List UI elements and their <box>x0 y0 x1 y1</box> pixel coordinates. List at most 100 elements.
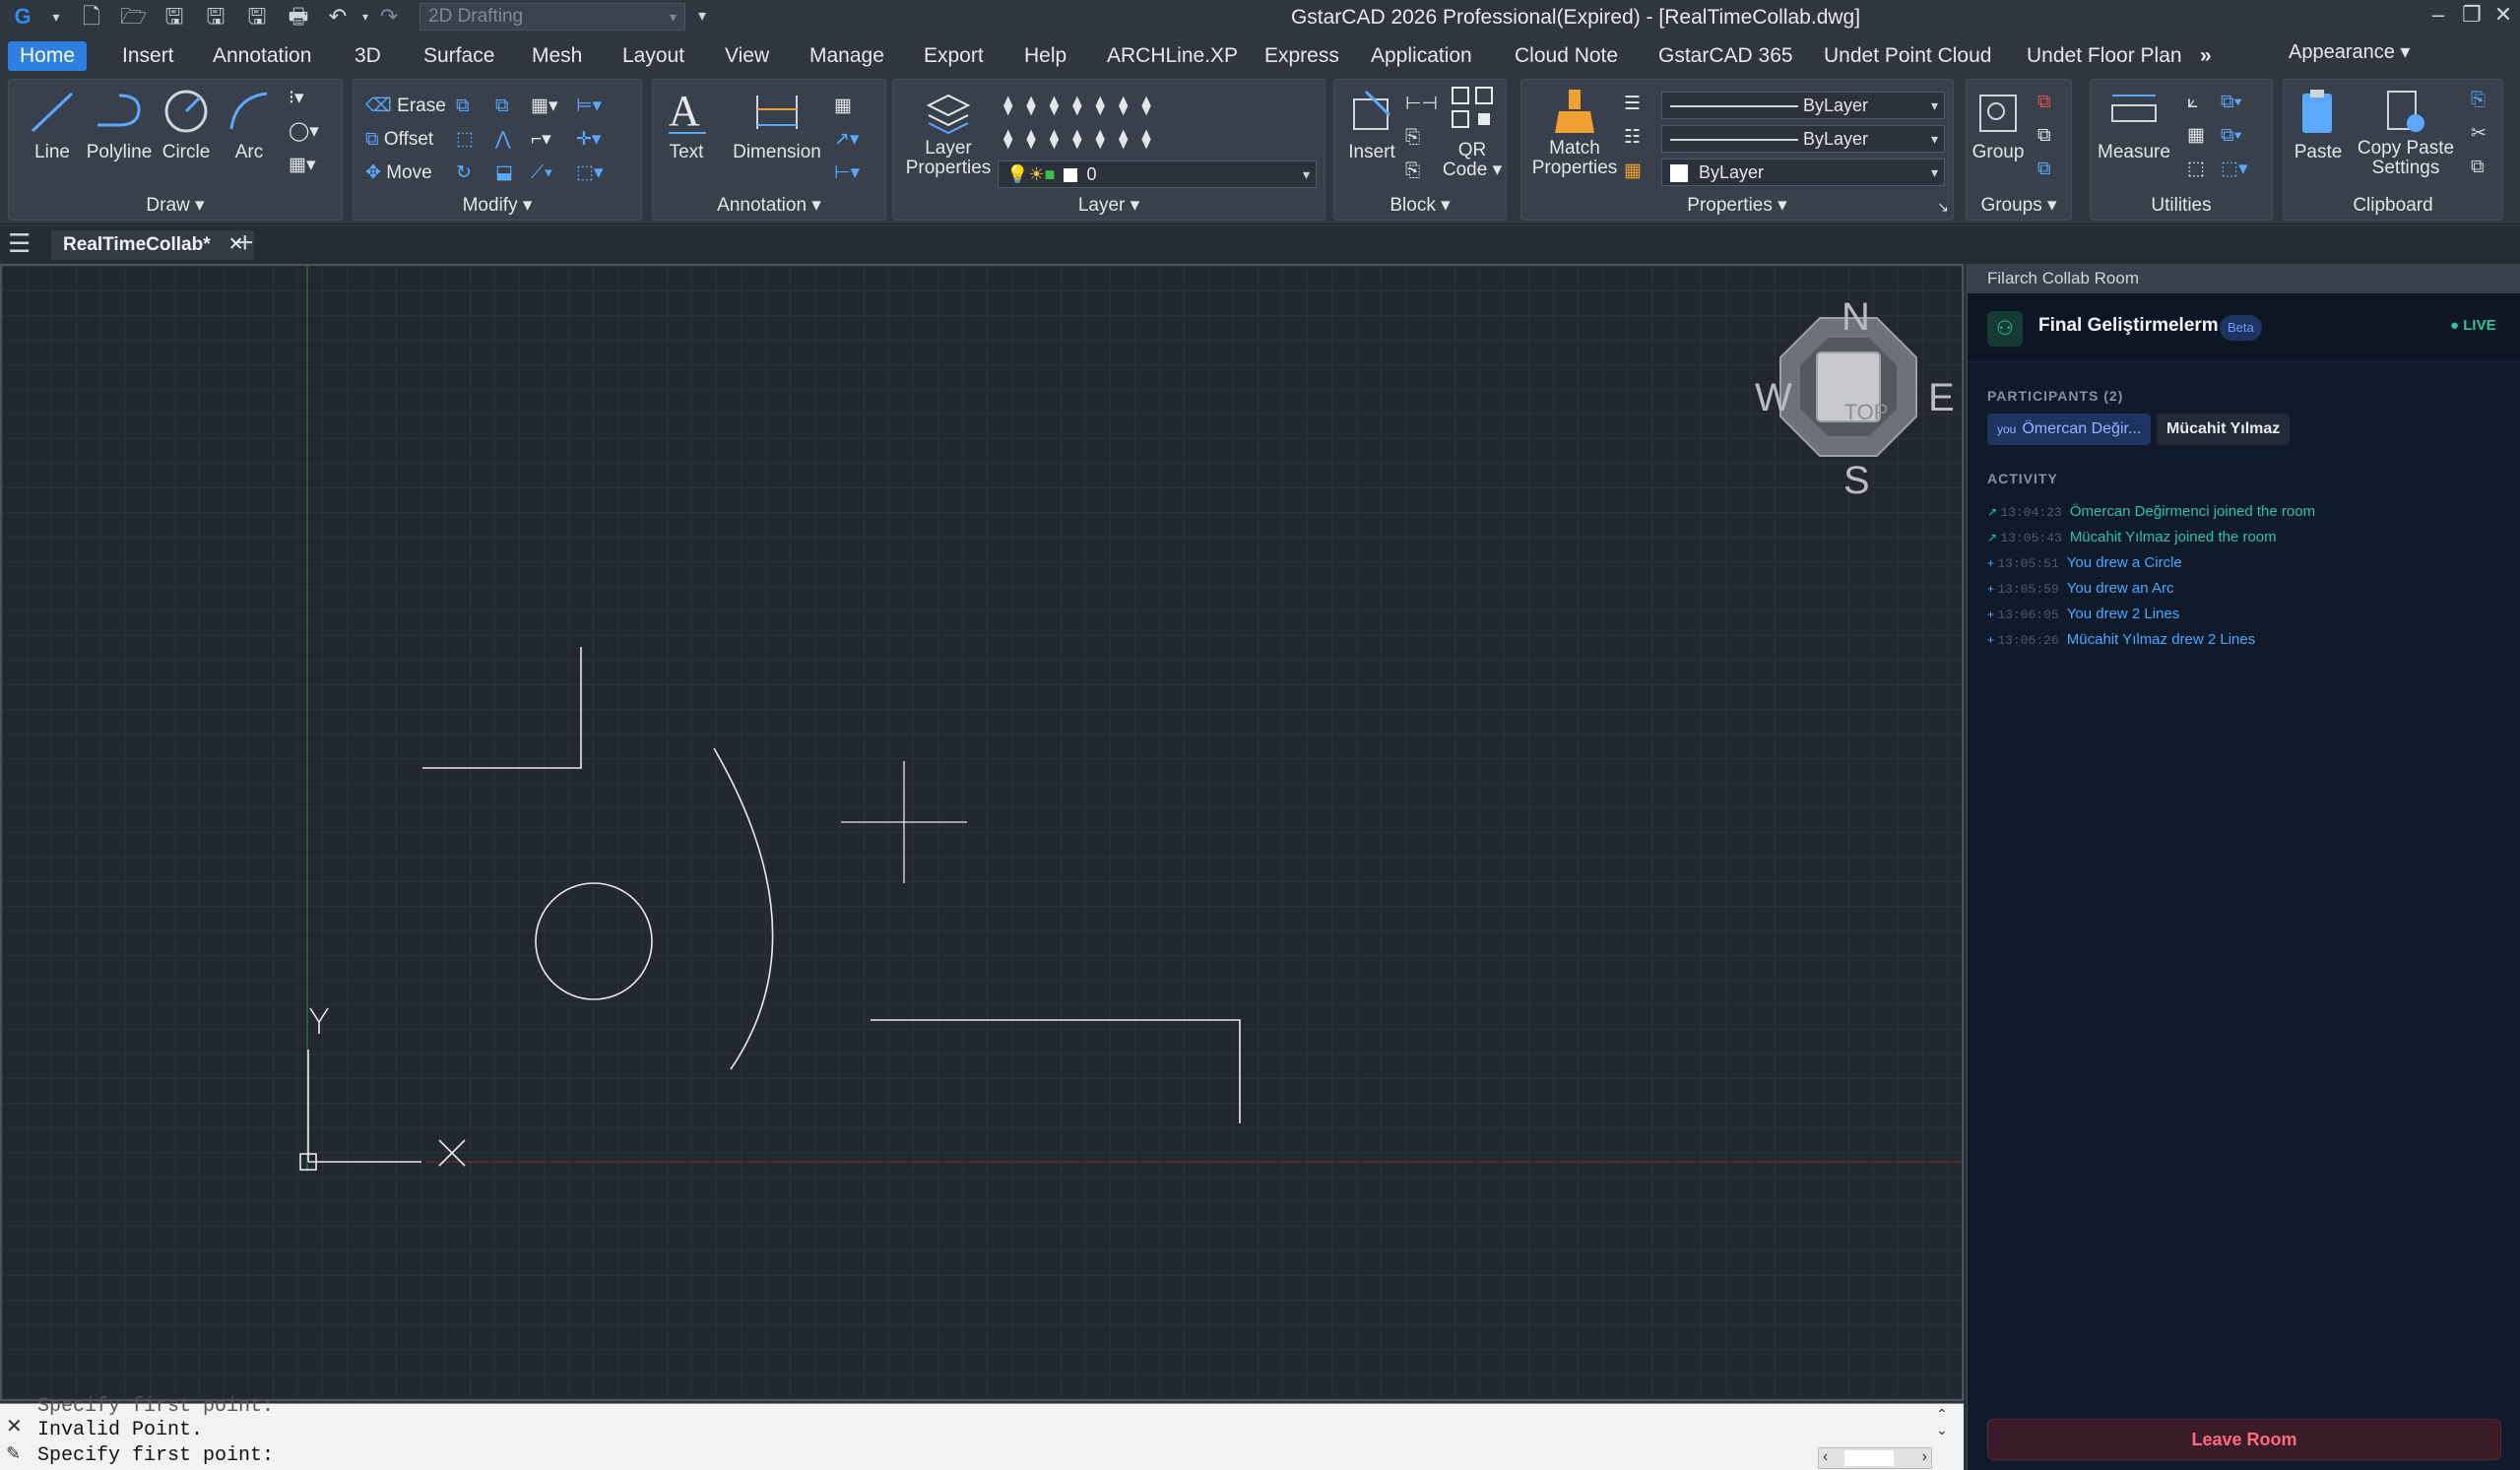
horizontal-scrollbar[interactable]: ‹ › <box>1818 1447 1932 1469</box>
tab-manage[interactable]: Manage <box>798 41 896 71</box>
copy-paste-settings-button[interactable]: Copy Paste Settings <box>2351 86 2461 178</box>
linetype-select[interactable]: ByLayer ▾ <box>1661 92 1945 119</box>
copy-icon[interactable]: ⧉ <box>456 94 470 119</box>
panel-launcher-icon[interactable]: ↘ <box>1937 199 1949 216</box>
compass-north-label[interactable]: N <box>1842 295 1870 340</box>
circle-tool[interactable]: Circle <box>155 86 218 162</box>
app-logo-icon[interactable]: G <box>10 4 35 30</box>
scroll-right-icon[interactable]: › <box>1922 1448 1927 1466</box>
qr-code-button[interactable]: QR Code ▾ <box>1441 86 1504 180</box>
compass-west-label[interactable]: W <box>1755 376 1792 420</box>
tab-cloud-note[interactable]: Cloud Note <box>1503 41 1630 71</box>
leader-icon[interactable]: ↗▾ <box>834 127 859 153</box>
scroll-down-icon[interactable]: ⌄ <box>1936 1422 1948 1438</box>
hamburger-menu-icon[interactable]: ☰ <box>8 228 31 259</box>
compass-south-label[interactable]: S <box>1843 459 1870 503</box>
panel-utilities-title[interactable]: Utilities <box>2091 194 2272 218</box>
save-as-icon[interactable]: 🖫 <box>203 4 228 30</box>
fillet-icon[interactable]: ⌐▾ <box>531 127 551 153</box>
utility-tool-1-icon[interactable]: ⧉▾ <box>2221 90 2242 115</box>
hatch-icon[interactable]: ▦▾ <box>289 153 316 178</box>
tab-insert[interactable]: Insert <box>110 41 186 71</box>
move-button[interactable]: ✥ Move <box>365 160 432 186</box>
utility-tool-3-icon[interactable]: ⬚▾ <box>2221 157 2248 182</box>
save-icon[interactable]: 🖫 <box>162 4 187 30</box>
copy-clip-icon[interactable]: ⧉ <box>495 94 509 119</box>
arc-tool[interactable]: Arc <box>218 86 281 162</box>
trim-icon[interactable]: ✛▾ <box>576 127 601 153</box>
drawn-line-corner-2[interactable] <box>871 1019 1241 1123</box>
tab-surface[interactable]: Surface <box>412 41 506 71</box>
panel-modify-title[interactable]: Modify ▾ <box>354 194 641 218</box>
copy-icon[interactable]: ⧉ <box>2471 155 2485 180</box>
insert-block-button[interactable]: Insert <box>1340 86 1403 162</box>
dim-style-icon[interactable]: ⊢▾ <box>834 160 860 186</box>
create-block-icon[interactable]: ⊢⊣ <box>1405 92 1438 117</box>
match-properties-button[interactable]: Match Properties <box>1525 86 1624 178</box>
panel-annotation-title[interactable]: Annotation ▾ <box>653 194 885 218</box>
scrollbar-thumb[interactable] <box>1844 1450 1894 1466</box>
select-all-icon[interactable]: ⬚ <box>2187 157 2205 182</box>
lineweight-select[interactable]: ByLayer ▾ <box>1661 125 1945 153</box>
ungroup-icon[interactable]: ⧉ <box>2037 90 2051 115</box>
scroll-up-icon[interactable]: ⌃ <box>1936 1406 1948 1423</box>
paste-button[interactable]: Paste <box>2288 86 2349 162</box>
document-tab[interactable]: RealTimeCollab* ✕ <box>51 230 254 260</box>
tab-express[interactable]: Express <box>1253 41 1351 71</box>
cut-icon[interactable]: ✂ <box>2471 121 2487 147</box>
close-icon[interactable]: ✕ <box>2484 0 2520 32</box>
explode-icon[interactable]: ⬚▾ <box>576 160 604 186</box>
measure-button[interactable]: Measure <box>2095 86 2173 162</box>
tab-archline[interactable]: ARCHLine.XP <box>1095 41 1250 71</box>
mirror-icon[interactable]: ⋀ <box>495 127 511 153</box>
tab-annotation[interactable]: Annotation <box>201 41 323 71</box>
appearance-menu[interactable]: Appearance ▾ <box>2277 37 2422 67</box>
participant-chip-self[interactable]: you Ömercan Değir... <box>1987 414 2152 445</box>
panel-groups-title[interactable]: Groups ▾ <box>1967 194 2071 218</box>
layer-tools-row-1-icon[interactable]: ⧫⧫⧫⧫⧫⧫⧫ <box>1003 94 1165 119</box>
tab-export[interactable]: Export <box>912 41 996 71</box>
collab-panel-header[interactable]: Filarch Collab Room <box>1968 264 2520 293</box>
tab-layout[interactable]: Layout <box>611 41 696 71</box>
offset-button[interactable]: ⧉ Offset <box>365 127 433 153</box>
text-tool[interactable]: A Text <box>661 86 712 162</box>
copy-clip-icon[interactable]: ⎘ <box>2471 88 2486 113</box>
tab-undet-floor-plan[interactable]: Undet Floor Plan <box>2015 41 2194 71</box>
new-tab-icon[interactable]: + <box>236 226 254 260</box>
tab-undet-point-cloud[interactable]: Undet Point Cloud <box>1812 41 2003 71</box>
edit-block-icon[interactable]: ⎘ <box>1405 125 1420 151</box>
new-file-icon[interactable]: 🗋 <box>79 4 104 30</box>
dimension-tool[interactable]: Dimension <box>726 86 828 162</box>
array-icon[interactable]: ▦▾ <box>531 94 558 119</box>
open-folder-icon[interactable]: 🗁 <box>120 4 147 30</box>
save-all-icon[interactable]: 🖫 <box>244 4 270 30</box>
tab-home[interactable]: Home <box>8 41 88 71</box>
group-select-icon[interactable]: ⧉ <box>2037 157 2051 182</box>
more-tabs-button[interactable]: » <box>2188 41 2224 71</box>
drawn-line-corner-1[interactable] <box>422 647 582 769</box>
undo-dropdown-icon[interactable]: ▾ <box>353 4 378 30</box>
align-icon[interactable]: ⊨▾ <box>576 94 602 119</box>
group-button[interactable]: Group <box>1971 86 2026 162</box>
leave-room-button[interactable]: Leave Room <box>1987 1419 2501 1460</box>
layer-tools-row-2-icon[interactable]: ⧫⧫⧫⧫⧫⧫⧫ <box>1003 127 1165 153</box>
undo-icon[interactable]: ↶ <box>325 4 351 30</box>
erase-button[interactable]: ⌫ Erase <box>365 94 446 119</box>
drawn-circle[interactable] <box>535 882 653 1000</box>
extend-icon[interactable]: ⟋▾ <box>531 160 553 186</box>
rotate-icon[interactable]: ↻ <box>456 160 472 186</box>
panel-properties-title[interactable]: Properties ▾ <box>1521 194 1953 218</box>
tab-view[interactable]: View <box>713 41 781 71</box>
utility-tool-2-icon[interactable]: ⧉▾ <box>2221 123 2242 149</box>
command-prompt[interactable]: Specify first point: <box>37 1443 274 1469</box>
block-attribute-icon[interactable]: ⎘ <box>1405 159 1420 184</box>
participant-chip[interactable]: Mücahit Yılmaz <box>2157 414 2291 445</box>
table-icon[interactable]: ▦ <box>834 94 852 119</box>
polyline-tool[interactable]: Polyline <box>80 86 159 162</box>
chevron-down-icon[interactable]: ▾ <box>43 4 69 30</box>
drawing-canvas[interactable]: TOP N S W E <box>0 264 1964 1401</box>
compass-east-label[interactable]: E <box>1928 376 1955 420</box>
tab-application[interactable]: Application <box>1359 41 1484 71</box>
workspace-select[interactable]: 2D Drafting ▾ <box>420 3 685 31</box>
close-command-line-icon[interactable]: ✕ <box>6 1414 23 1438</box>
